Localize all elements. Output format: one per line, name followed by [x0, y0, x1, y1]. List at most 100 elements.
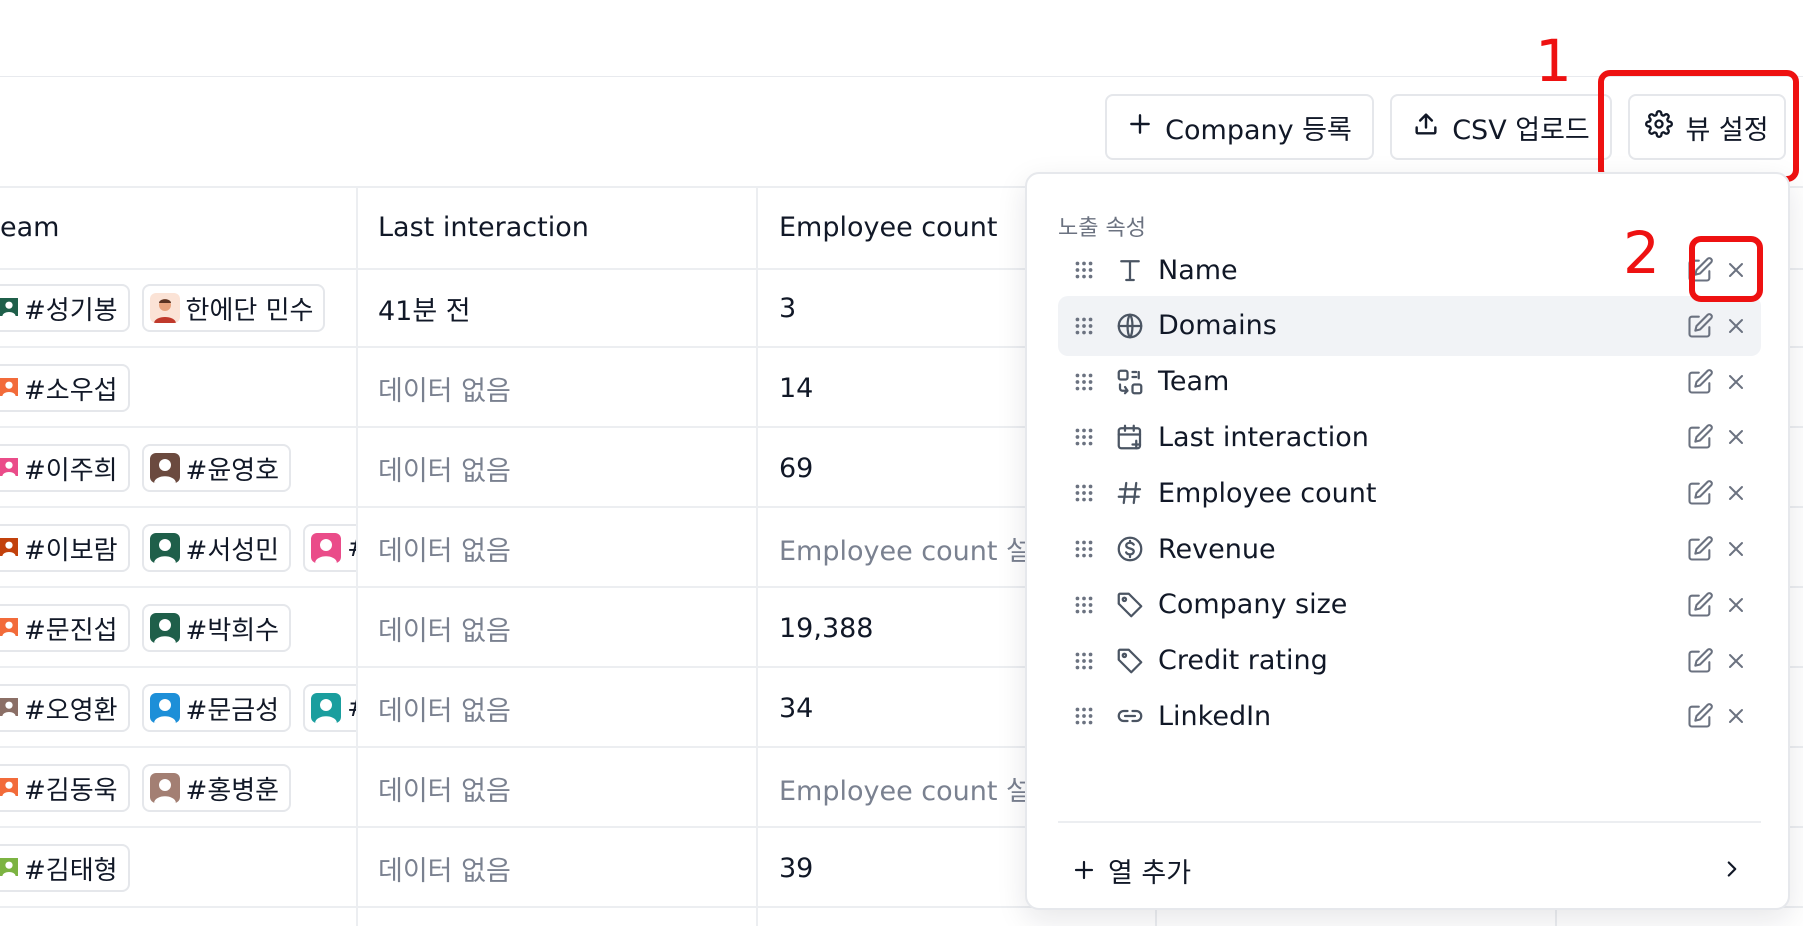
drag-handle-icon[interactable]: [1072, 650, 1108, 672]
drag-handle-icon[interactable]: [1072, 538, 1108, 560]
drag-handle-icon[interactable]: [1072, 371, 1108, 393]
close-icon[interactable]: [1720, 421, 1752, 453]
edit-icon[interactable]: [1684, 589, 1716, 621]
avatar: [0, 773, 18, 803]
property-label: Team: [1158, 366, 1230, 398]
edit-icon[interactable]: [1684, 533, 1716, 565]
annotation-number-2: 2: [1623, 219, 1660, 287]
column-header-employee-count[interactable]: Employee count: [779, 186, 997, 268]
drag-handle-icon[interactable]: [1072, 315, 1108, 337]
chevron-right-icon: [1719, 856, 1745, 886]
add-company-label: Company 등록: [1165, 114, 1352, 146]
team-member-name: #서성민: [185, 535, 280, 566]
avatar: [149, 773, 180, 803]
property-row-employee-count[interactable]: Employee count: [1058, 463, 1761, 523]
employee-count-cell[interactable]: Employee count 설: [779, 748, 1025, 828]
team-cell[interactable]: #이보람 #서성민 #: [0, 508, 356, 588]
column-header-team[interactable]: eam: [0, 186, 59, 268]
drag-handle-icon[interactable]: [1072, 482, 1108, 504]
add-column-button[interactable]: 열 추가: [1058, 842, 1761, 898]
view-settings-dropdown: 노출 속성 Name Domains Team Last interaction…: [1025, 172, 1790, 910]
drag-handle-icon[interactable]: [1072, 259, 1108, 281]
edit-icon[interactable]: [1684, 421, 1716, 453]
edit-icon[interactable]: [1684, 700, 1716, 732]
avatar: [149, 613, 180, 643]
team-cell[interactable]: #성기봉 한에단 민수: [0, 268, 356, 348]
close-icon[interactable]: [1720, 645, 1752, 677]
employee-count-cell[interactable]: 39: [779, 828, 1025, 908]
team-member-chip[interactable]: #문금성: [141, 684, 292, 732]
drag-handle-icon[interactable]: [1072, 705, 1108, 727]
close-icon[interactable]: [1720, 477, 1752, 509]
drag-handle-icon[interactable]: [1072, 426, 1108, 448]
employee-count-cell[interactable]: 14: [779, 348, 1025, 428]
property-row-company-size[interactable]: Company size: [1058, 575, 1761, 635]
team-member-chip[interactable]: #이주희: [0, 444, 130, 492]
team-member-chip[interactable]: #김태형: [0, 844, 130, 892]
team-cell[interactable]: #김동욱 #홍병훈: [0, 748, 356, 828]
close-icon[interactable]: [1720, 366, 1752, 398]
team-cell[interactable]: #문진섭 #박희수: [0, 588, 356, 668]
team-member-chip[interactable]: #윤영호: [141, 444, 292, 492]
employee-count-cell[interactable]: 69: [779, 428, 1025, 508]
avatar: [311, 533, 342, 563]
property-row-last-interaction[interactable]: Last interaction: [1058, 407, 1761, 467]
team-member-chip[interactable]: #문진섭: [0, 604, 130, 652]
avatar: [0, 373, 18, 403]
last-interaction-cell[interactable]: 데이터 없음: [378, 828, 511, 908]
annotation-box-2: [1689, 236, 1763, 302]
team-member-chip[interactable]: #이보람: [0, 524, 130, 572]
drag-handle-icon[interactable]: [1072, 594, 1108, 616]
team-member-chip[interactable]: #오영환: [0, 684, 130, 732]
last-interaction-cell[interactable]: 데이터 없음: [378, 508, 511, 588]
avatar: [149, 453, 180, 483]
close-icon[interactable]: [1720, 700, 1752, 732]
close-icon[interactable]: [1720, 533, 1752, 565]
avatar: [149, 293, 180, 323]
edit-icon[interactable]: [1684, 310, 1716, 342]
team-member-chip[interactable]: #김동욱: [0, 764, 130, 812]
property-row-credit-rating[interactable]: Credit rating: [1058, 631, 1761, 691]
team-cell[interactable]: #이주희 #윤영호: [0, 428, 356, 508]
team-member-chip[interactable]: #: [303, 524, 356, 572]
property-row-team[interactable]: Team: [1058, 352, 1761, 412]
avatar: [149, 533, 180, 563]
edit-icon[interactable]: [1684, 645, 1716, 677]
team-member-chip[interactable]: #성기봉: [0, 284, 130, 332]
last-interaction-cell[interactable]: 데이터 없음: [378, 748, 511, 828]
property-row-domains[interactable]: Domains: [1058, 295, 1761, 356]
csv-upload-button[interactable]: CSV 업로드: [1390, 94, 1612, 160]
team-member-chip[interactable]: 한에단 민수: [141, 284, 326, 332]
close-icon[interactable]: [1720, 589, 1752, 621]
last-interaction-cell[interactable]: 데이터 없음: [378, 668, 511, 748]
employee-count-cell[interactable]: 3: [779, 268, 1025, 348]
column-header-last-interaction[interactable]: Last interaction: [378, 186, 589, 268]
last-interaction-cell[interactable]: 데이터 없음: [378, 588, 511, 668]
property-row-linkedin[interactable]: LinkedIn: [1058, 686, 1761, 746]
team-cell[interactable]: #오영환 #문금성 #: [0, 668, 356, 748]
team-member-chip[interactable]: #소우섭: [0, 364, 130, 412]
close-icon[interactable]: [1720, 310, 1752, 342]
team-cell[interactable]: #김태형: [0, 828, 356, 908]
employee-count-cell[interactable]: Employee count 설: [779, 508, 1025, 588]
property-row-revenue[interactable]: Revenue: [1058, 519, 1761, 579]
team-member-chip[interactable]: #홍병훈: [141, 764, 292, 812]
edit-icon[interactable]: [1684, 366, 1716, 398]
add-company-button[interactable]: Company 등록: [1105, 94, 1374, 160]
last-interaction-cell[interactable]: 데이터 없음: [378, 348, 511, 428]
text-type-icon: [1112, 255, 1148, 285]
employee-count-cell[interactable]: 19,388: [779, 588, 1025, 668]
team-member-name: #오영환: [24, 695, 118, 726]
employee-count-cell[interactable]: 34: [779, 668, 1025, 748]
property-label: LinkedIn: [1158, 700, 1272, 732]
last-interaction-cell[interactable]: 41분 전: [378, 268, 471, 348]
team-member-chip[interactable]: #박희수: [141, 604, 292, 652]
team-member-name: #: [347, 693, 356, 723]
team-member-name: #이주희: [24, 455, 118, 486]
team-member-chip[interactable]: #: [303, 684, 356, 732]
edit-icon[interactable]: [1684, 477, 1716, 509]
last-interaction-cell[interactable]: 데이터 없음: [378, 428, 511, 508]
avatar: [0, 853, 18, 883]
team-member-chip[interactable]: #서성민: [141, 524, 292, 572]
team-cell[interactable]: #소우섭: [0, 348, 356, 428]
